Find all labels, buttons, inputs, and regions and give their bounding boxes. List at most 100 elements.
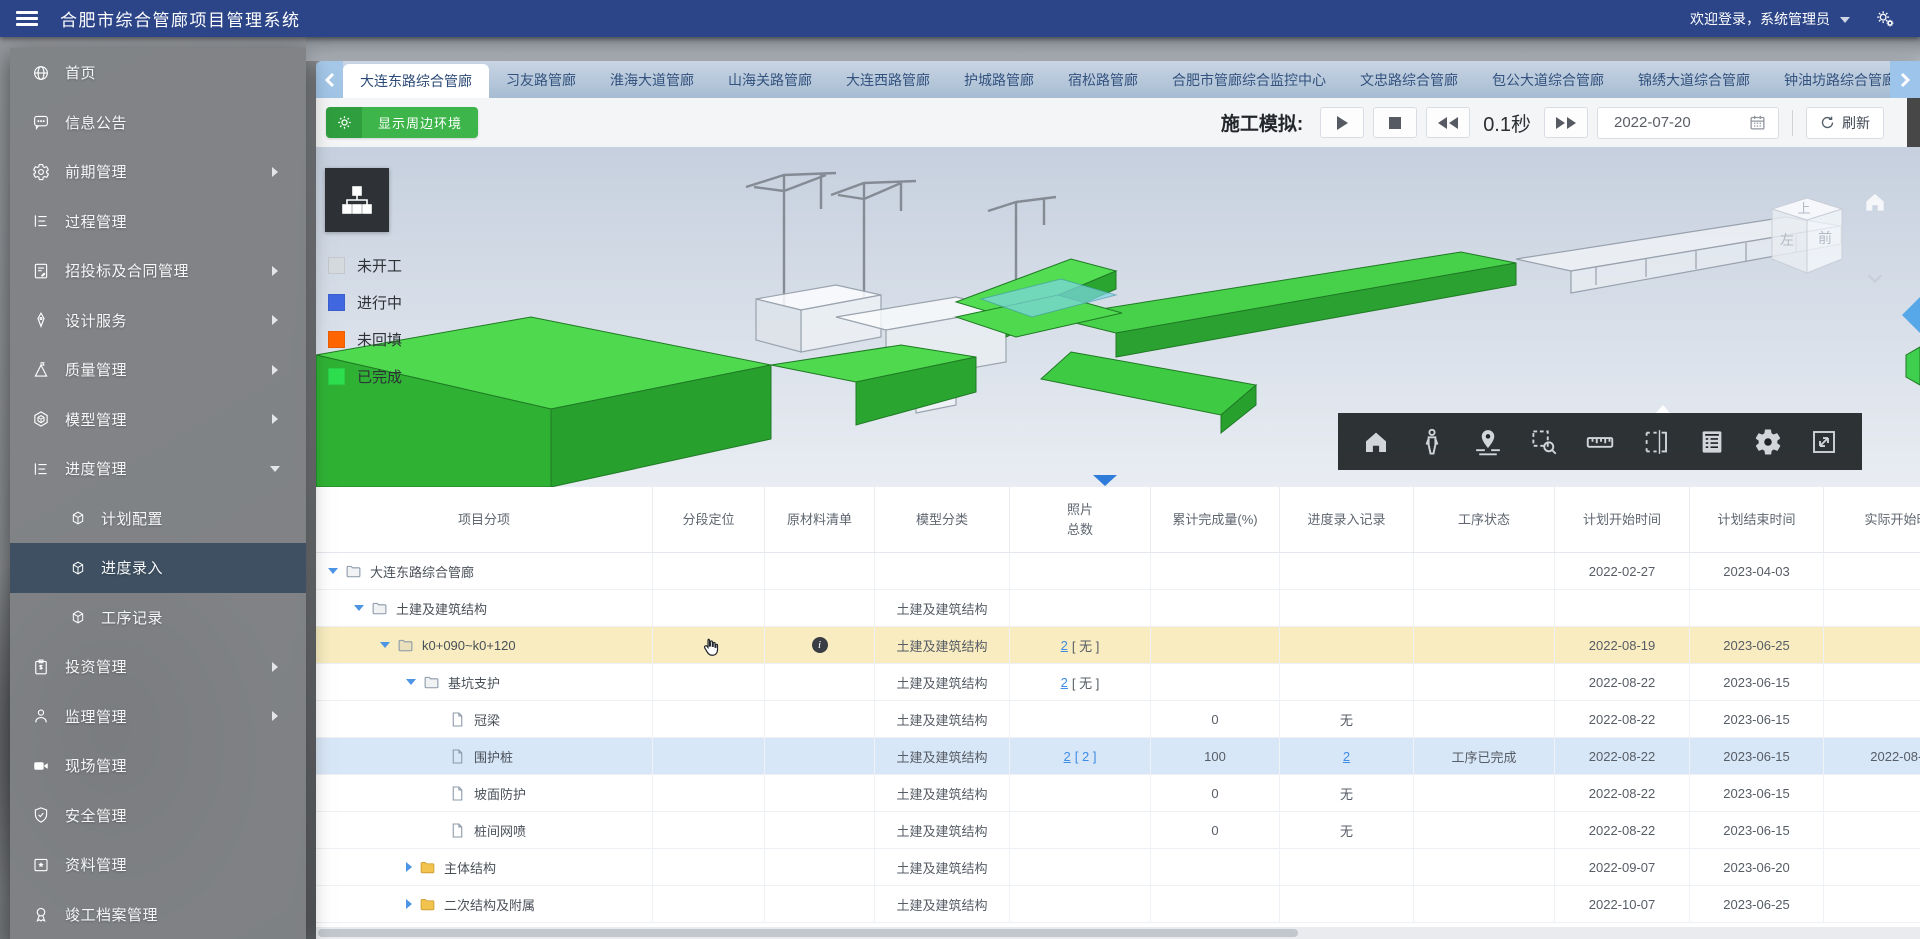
- sidebar-item-design-service[interactable]: 设计服务: [10, 296, 306, 346]
- item-name-cell[interactable]: 冠梁: [316, 701, 653, 737]
- tab-9[interactable]: 包公大道综合管廊: [1475, 61, 1621, 98]
- photo-count-link[interactable]: 2: [1061, 638, 1068, 653]
- sidebar-item-supervision-mgmt[interactable]: 监理管理: [10, 692, 306, 742]
- tree-expand-arrow-icon[interactable]: [380, 642, 390, 648]
- material-list-cell[interactable]: [765, 738, 875, 774]
- grid-collapse-handle[interactable]: [1092, 475, 1118, 487]
- table-row[interactable]: 二次结构及附属土建及建筑结构2022-10-072023-06-25: [316, 886, 1920, 923]
- menu-toggle-icon[interactable]: [16, 11, 38, 26]
- sidebar-item-site-mgmt[interactable]: 现场管理: [10, 741, 306, 791]
- tab-active-0[interactable]: 大连东路综合管廊: [343, 64, 489, 98]
- show-surroundings-button[interactable]: 显示周边环境: [326, 107, 478, 138]
- sim-play-button[interactable]: [1320, 107, 1364, 138]
- tab-8[interactable]: 文忠路综合管廊: [1343, 61, 1475, 98]
- refresh-button[interactable]: 刷新: [1806, 107, 1884, 139]
- item-name-cell[interactable]: 坡面防护: [316, 775, 653, 811]
- table-row[interactable]: 土建及建筑结构土建及建筑结构: [316, 590, 1920, 627]
- sidebar-item-info-notice[interactable]: 信息公告: [10, 98, 306, 148]
- table-row[interactable]: 基坑支护土建及建筑结构2[ 无 ]2022-08-222023-06-15: [316, 664, 1920, 701]
- table-row[interactable]: 冠梁土建及建筑结构0无2022-08-222023-06-15: [316, 701, 1920, 738]
- viewer-tool-pin3d-icon[interactable]: [1473, 427, 1503, 457]
- segment-locate-cell[interactable]: [653, 627, 765, 663]
- cube-rotate-down-icon[interactable]: [1864, 267, 1886, 289]
- item-name-cell[interactable]: k0+090~k0+120: [316, 627, 653, 663]
- sidebar-item-model-mgmt[interactable]: 模型管理: [10, 395, 306, 445]
- table-row[interactable]: 大连东路综合管廊2022-02-272023-04-03: [316, 553, 1920, 590]
- viewer-tool-gear3d-icon[interactable]: [1753, 427, 1783, 457]
- tree-expand-arrow-icon[interactable]: [328, 568, 338, 574]
- photo-count-link[interactable]: 2: [1061, 675, 1068, 690]
- tree-collapse-arrow-icon[interactable]: [406, 899, 412, 909]
- table-row[interactable]: k0+090~k0+120i土建及建筑结构2[ 无 ]2022-08-19202…: [316, 627, 1920, 664]
- sidebar-item-progress-mgmt[interactable]: 进度管理: [10, 444, 306, 494]
- viewer-tool-home3d-icon[interactable]: [1361, 427, 1391, 457]
- panel-collapse-arrow[interactable]: [1900, 295, 1920, 335]
- item-name-cell[interactable]: 土建及建筑结构: [316, 590, 653, 626]
- sidebar-item-quality-mgmt[interactable]: 质量管理: [10, 345, 306, 395]
- tab-6[interactable]: 宿松路管廊: [1051, 61, 1155, 98]
- segment-locate-cell[interactable]: [653, 849, 765, 885]
- scrollbar-notch[interactable]: [1907, 98, 1920, 147]
- sidebar-item-investment-mgmt[interactable]: 投资管理: [10, 642, 306, 692]
- item-name-cell[interactable]: 基坑支护: [316, 664, 653, 700]
- material-list-cell[interactable]: [765, 775, 875, 811]
- sidebar-item-pre-phase[interactable]: 前期管理: [10, 147, 306, 197]
- material-list-cell[interactable]: [765, 664, 875, 700]
- tree-collapse-arrow-icon[interactable]: [406, 862, 412, 872]
- material-list-cell[interactable]: i: [765, 627, 875, 663]
- tree-expand-arrow-icon[interactable]: [354, 605, 364, 611]
- segment-locate-cell[interactable]: [653, 812, 765, 848]
- progress-record-link[interactable]: 2: [1343, 749, 1350, 764]
- info-icon[interactable]: i: [812, 637, 828, 653]
- cube-face-front[interactable]: 前: [1818, 230, 1832, 246]
- segment-locate-cell[interactable]: [653, 775, 765, 811]
- model-viewer-3d[interactable]: 未开工 进行中 未回填 已完成 上 左 前: [316, 147, 1920, 487]
- scrollbar-thumb[interactable]: [318, 929, 1298, 937]
- item-name-cell[interactable]: 主体结构: [316, 849, 653, 885]
- settings-gears-icon[interactable]: [1874, 8, 1896, 30]
- material-list-cell[interactable]: [765, 553, 875, 589]
- sidebar-item-bidding-contract[interactable]: 招投标及合同管理: [10, 246, 306, 296]
- segment-locate-cell[interactable]: [653, 886, 765, 922]
- item-name-cell[interactable]: 桩间网喷: [316, 812, 653, 848]
- viewer-tool-form3d-icon[interactable]: [1697, 427, 1727, 457]
- sim-slower-button[interactable]: [1426, 107, 1470, 138]
- sidebar-item-home[interactable]: 首页: [10, 48, 306, 98]
- model-tree-button[interactable]: [325, 168, 389, 232]
- sidebar-item-safety-mgmt[interactable]: 安全管理: [10, 791, 306, 841]
- item-name-cell[interactable]: 围护桩: [316, 738, 653, 774]
- table-row[interactable]: 围护桩土建及建筑结构2[ 2 ]1002工序已完成2022-08-222023-…: [316, 738, 1920, 775]
- viewer-tool-select-search-icon[interactable]: [1529, 427, 1559, 457]
- tab-2[interactable]: 淮海大道管廊: [593, 61, 711, 98]
- tab-7[interactable]: 合肥市管廊综合监控中心: [1155, 61, 1343, 98]
- item-name-cell[interactable]: 大连东路综合管廊: [316, 553, 653, 589]
- segment-locate-cell[interactable]: [653, 738, 765, 774]
- tabs-scroll-right-button[interactable]: [1890, 61, 1920, 98]
- horizontal-scrollbar[interactable]: [316, 927, 1920, 939]
- sidebar-item-document-mgmt[interactable]: 资料管理: [10, 840, 306, 890]
- tab-5[interactable]: 护城路管廊: [947, 61, 1051, 98]
- material-list-cell[interactable]: [765, 849, 875, 885]
- segment-locate-cell[interactable]: [653, 590, 765, 626]
- viewer-tool-expand3d-icon[interactable]: [1809, 427, 1839, 457]
- chevron-down-icon[interactable]: [1840, 17, 1850, 23]
- tab-3[interactable]: 山海关路管廊: [711, 61, 829, 98]
- material-list-cell[interactable]: [765, 886, 875, 922]
- sim-faster-button[interactable]: [1544, 107, 1588, 138]
- segment-locate-cell[interactable]: [653, 701, 765, 737]
- table-row[interactable]: 主体结构土建及建筑结构2022-09-072023-06-20: [316, 849, 1920, 886]
- tools-expand-triangle-icon[interactable]: [1656, 405, 1670, 413]
- viewer-tool-walker-icon[interactable]: [1417, 427, 1447, 457]
- sidebar-subitem-plan-config[interactable]: 计划配置: [10, 494, 306, 544]
- tab-10[interactable]: 锦绣大道综合管廊: [1621, 61, 1767, 98]
- tree-expand-arrow-icon[interactable]: [406, 679, 416, 685]
- sidebar-subitem-progress-entry[interactable]: 进度录入: [10, 543, 306, 593]
- segment-locate-cell[interactable]: [653, 553, 765, 589]
- sim-stop-button[interactable]: [1373, 107, 1417, 138]
- table-row[interactable]: 坡面防护土建及建筑结构0无2022-08-222023-06-15: [316, 775, 1920, 812]
- view-cube[interactable]: 上 左 前: [1745, 191, 1855, 291]
- viewer-tool-section-icon[interactable]: [1641, 427, 1671, 457]
- sidebar-subitem-process-record[interactable]: 工序记录: [10, 593, 306, 643]
- material-list-cell[interactable]: [765, 590, 875, 626]
- sidebar-item-process-mgmt[interactable]: 过程管理: [10, 197, 306, 247]
